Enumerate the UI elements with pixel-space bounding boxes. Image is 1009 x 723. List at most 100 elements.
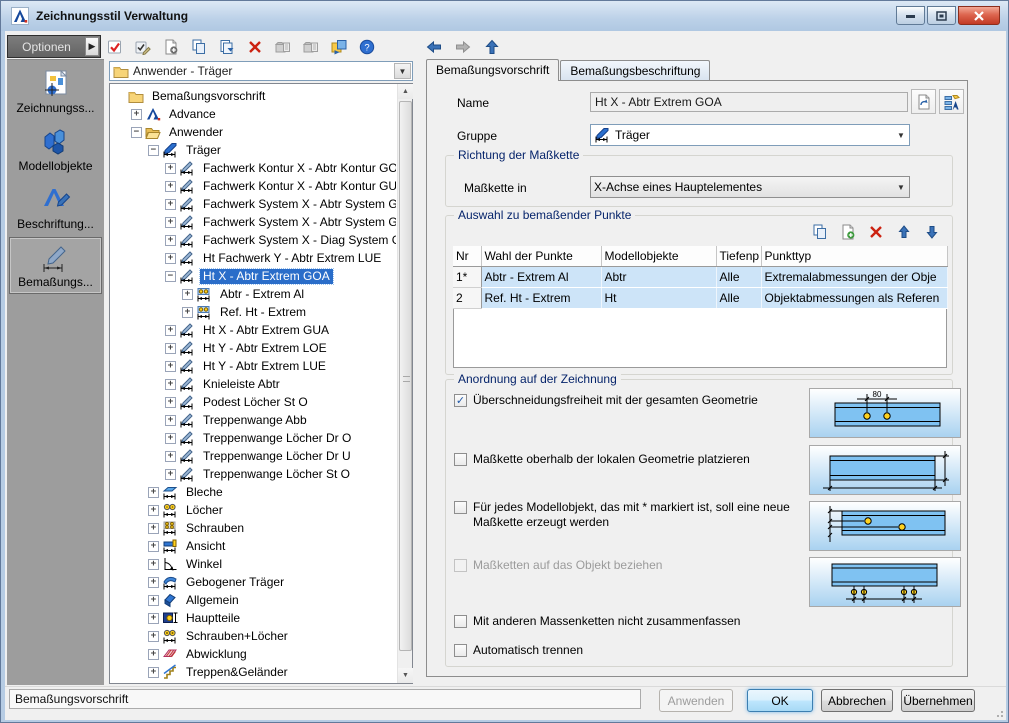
- tree-item[interactable]: + Fachwerk System X - Diag System GUA: [111, 231, 396, 249]
- back-button[interactable]: [423, 36, 445, 58]
- move-up-button[interactable]: [894, 222, 914, 242]
- checkbox[interactable]: [454, 453, 467, 466]
- expand-icon[interactable]: +: [165, 378, 176, 390]
- checkbox-row[interactable]: Mit anderen Massenketten nicht zusammenf…: [454, 614, 792, 629]
- table-row[interactable]: 1* Abtr - Extrem Al Abtr Alle Extremalabmess…: [453, 266, 948, 288]
- column-header[interactable]: Tiefenp: [716, 246, 762, 267]
- checkbox-row[interactable]: ✓ Überschneidungsfreiheit mit der gesamte…: [454, 393, 792, 408]
- combo-dropdown-icon[interactable]: ▼: [893, 183, 909, 192]
- copy-style-button[interactable]: [187, 35, 210, 58]
- expand-icon[interactable]: +: [148, 486, 159, 498]
- collapse-icon[interactable]: −: [131, 126, 142, 138]
- expand-icon[interactable]: +: [165, 198, 176, 210]
- expand-icon[interactable]: +: [165, 180, 176, 192]
- tree-item[interactable]: + Podest Löcher St O: [111, 393, 396, 411]
- column-header[interactable]: Wahl der Punkte: [481, 246, 602, 267]
- column-header[interactable]: Modellobjekte: [601, 246, 717, 267]
- tree-item[interactable]: − Träger: [111, 141, 396, 159]
- table-row[interactable]: 2 Ref. Ht - Extrem Ht Alle Objektabmessungen…: [453, 287, 948, 309]
- new-from-style-button[interactable]: [911, 89, 936, 114]
- checkbox[interactable]: [454, 615, 467, 628]
- forward-button[interactable]: [452, 36, 474, 58]
- expand-icon[interactable]: +: [165, 216, 176, 228]
- tree-item[interactable]: + Winkel: [111, 555, 396, 573]
- column-header[interactable]: Nr: [453, 246, 482, 267]
- expand-icon[interactable]: +: [165, 342, 176, 354]
- expand-icon[interactable]: +: [148, 612, 159, 624]
- expand-icon[interactable]: +: [165, 234, 176, 246]
- resize-grip[interactable]: [994, 708, 1004, 718]
- expand-icon[interactable]: +: [131, 108, 142, 120]
- expand-icon[interactable]: +: [148, 522, 159, 534]
- tree-item[interactable]: + Fachwerk System X - Abtr System GUA: [111, 213, 396, 231]
- expand-icon[interactable]: +: [148, 504, 159, 516]
- tree-item[interactable]: − Ht X - Abtr Extrem GOA: [111, 267, 396, 285]
- style-filter-combobox[interactable]: Anwender - Träger ▼: [109, 61, 413, 81]
- tree-item[interactable]: + Hauptteile: [111, 609, 396, 627]
- checkbox-row[interactable]: Für jedes Modellobjekt, das mit * markie…: [454, 500, 792, 530]
- expand-icon[interactable]: +: [148, 594, 159, 606]
- tree-item[interactable]: + Treppenwange Löcher St O: [111, 465, 396, 483]
- tree-item[interactable]: + Fachwerk Kontur X - Abtr Kontur GOA: [111, 159, 396, 177]
- tree-item[interactable]: + Ht Y - Abtr Extrem LUE: [111, 357, 396, 375]
- expand-icon[interactable]: +: [165, 450, 176, 462]
- anwenden-button[interactable]: Anwenden: [659, 689, 733, 712]
- tree-item[interactable]: + Treppenwange Löcher Dr O: [111, 429, 396, 447]
- tree-item[interactable]: + Schrauben: [111, 519, 396, 537]
- add-row-button[interactable]: [838, 222, 858, 242]
- transfer-styles-button[interactable]: [327, 35, 350, 58]
- apply-style-button[interactable]: [103, 35, 126, 58]
- bernehmen-button[interactable]: Übernehmen: [901, 689, 975, 712]
- sidebar-item-drawing[interactable]: Zeichnungss...: [9, 63, 102, 120]
- expand-icon[interactable]: +: [148, 540, 159, 552]
- expand-icon[interactable]: +: [165, 162, 176, 174]
- tree-item[interactable]: − Anwender: [111, 123, 396, 141]
- gruppe-combobox[interactable]: Träger ▼: [590, 124, 910, 146]
- checkbox[interactable]: [454, 644, 467, 657]
- expand-icon[interactable]: +: [148, 630, 159, 642]
- copy-row-button[interactable]: [810, 222, 830, 242]
- abbrechen-button[interactable]: Abbrechen: [821, 689, 893, 712]
- ok-button[interactable]: OK: [747, 689, 813, 712]
- tree-item[interactable]: + Advance: [111, 105, 396, 123]
- paste-style-button[interactable]: [215, 35, 238, 58]
- tree-item[interactable]: + Treppenwange Löcher Dr U: [111, 447, 396, 465]
- options-button[interactable]: Optionen ▶: [7, 35, 101, 58]
- maximize-button[interactable]: [927, 6, 956, 25]
- tree-item[interactable]: + Allgemein: [111, 591, 396, 609]
- new-style-button[interactable]: [159, 35, 182, 58]
- tree-item[interactable]: + Ht X - Abtr Extrem GUA: [111, 321, 396, 339]
- check-style-button[interactable]: [131, 35, 154, 58]
- tab-bemassungsvorschrift[interactable]: Bemaßungsvorschrift: [426, 59, 560, 81]
- rename-style-button[interactable]: [939, 89, 964, 114]
- scroll-thumb[interactable]: [399, 101, 412, 651]
- expand-icon[interactable]: +: [182, 306, 193, 318]
- close-button[interactable]: [958, 6, 1000, 25]
- tree-item[interactable]: + Gebogener Träger: [111, 573, 396, 591]
- scroll-down-icon[interactable]: ▼: [398, 668, 413, 683]
- tree-item[interactable]: + Schrauben+Löcher: [111, 627, 396, 645]
- expand-icon[interactable]: +: [148, 558, 159, 570]
- scroll-up-icon[interactable]: ▲: [398, 84, 413, 99]
- tree-item[interactable]: + Bleche: [111, 483, 396, 501]
- expand-icon[interactable]: +: [165, 414, 176, 426]
- expand-icon[interactable]: +: [182, 288, 193, 300]
- collapse-icon[interactable]: −: [165, 270, 176, 282]
- move-down-button[interactable]: [922, 222, 942, 242]
- expand-icon[interactable]: +: [165, 360, 176, 372]
- expand-icon[interactable]: +: [165, 468, 176, 480]
- checkbox-row[interactable]: Automatisch trennen: [454, 643, 792, 658]
- tree-item[interactable]: + Ansicht: [111, 537, 396, 555]
- tree-item[interactable]: + Treppen&Geländer: [111, 663, 396, 681]
- collapse-icon[interactable]: −: [148, 144, 159, 156]
- delete-row-button[interactable]: [866, 222, 886, 242]
- tree-item[interactable]: + Löcher: [111, 501, 396, 519]
- checkbox-row[interactable]: Maßkette oberhalb der lokalen Geometrie …: [454, 452, 792, 467]
- up-button[interactable]: [481, 36, 503, 58]
- expand-icon[interactable]: +: [165, 432, 176, 444]
- tree-item[interactable]: + Fachwerk System X - Abtr System GOA: [111, 195, 396, 213]
- points-table[interactable]: Nr Wahl der Punkte Modellobjekte Tiefenp Pun…: [453, 246, 948, 309]
- checkbox[interactable]: [454, 501, 467, 514]
- combo-dropdown-icon[interactable]: ▼: [893, 131, 909, 140]
- options-expand-button[interactable]: ▶: [85, 37, 99, 56]
